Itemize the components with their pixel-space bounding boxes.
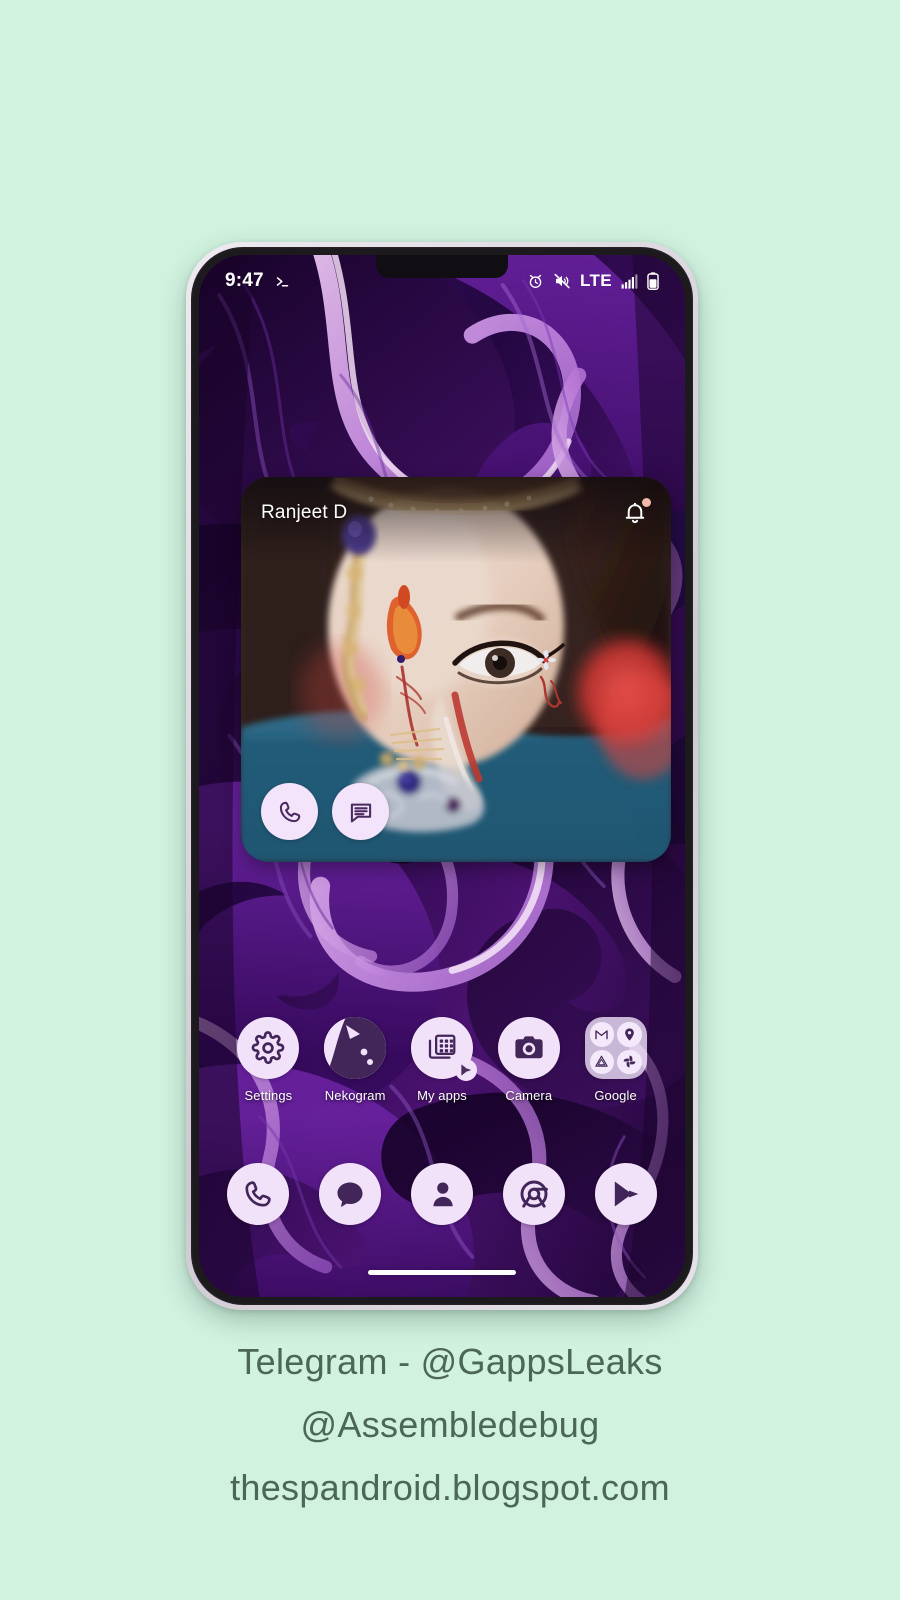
camera-notch <box>376 255 508 278</box>
app-nekogram[interactable]: Nekogram <box>312 1017 399 1103</box>
widget-action-buttons <box>261 783 389 840</box>
notification-bell-button[interactable] <box>619 497 651 529</box>
app-label: Settings <box>244 1088 293 1103</box>
gear-icon[interactable] <box>237 1017 300 1079</box>
play-store-badge-icon <box>454 1059 477 1081</box>
caption-block: Telegram - @GappsLeaks @Assembledebug th… <box>0 1330 900 1519</box>
cat-icon[interactable] <box>324 1017 387 1079</box>
status-bar-clock: 9:47 <box>225 270 264 291</box>
volume-mute-icon <box>553 272 571 290</box>
phone-screen: 9:47 LTE Ranjeet D Settings Nekogram My … <box>199 255 685 1297</box>
dock-messages-icon[interactable] <box>319 1163 381 1225</box>
contact-widget[interactable]: Ranjeet D <box>241 477 671 862</box>
app-camera[interactable]: Camera <box>485 1017 572 1103</box>
app-my-apps[interactable]: My apps <box>399 1017 486 1103</box>
contact-name: Ranjeet D <box>261 502 348 523</box>
app-label: Nekogram <box>324 1088 386 1103</box>
drive-icon <box>589 1049 615 1074</box>
network-type-label: LTE <box>579 271 612 290</box>
app-label: Camera <box>505 1088 553 1103</box>
dock-phone-icon[interactable] <box>227 1163 289 1225</box>
message-button[interactable] <box>332 783 389 840</box>
dock-contacts-icon[interactable] <box>411 1163 473 1225</box>
caption-line-handle: @Assembledebug <box>300 1404 600 1445</box>
app-settings[interactable]: Settings <box>225 1017 312 1103</box>
status-bar-right: LTE <box>527 271 659 291</box>
folder-icon[interactable] <box>584 1017 647 1079</box>
caption-line-telegram: Telegram - @GappsLeaks <box>237 1341 663 1382</box>
camera-icon[interactable] <box>497 1017 560 1079</box>
phone-device-frame: 9:47 LTE Ranjeet D Settings Nekogram My … <box>186 242 698 1310</box>
phone-bezel: 9:47 LTE Ranjeet D Settings Nekogram My … <box>191 247 693 1305</box>
terminal-icon <box>274 273 291 290</box>
battery-icon <box>647 272 659 290</box>
gmail-icon <box>589 1022 615 1047</box>
app-label: Google <box>594 1088 637 1103</box>
dock-play-store-icon[interactable] <box>595 1163 657 1225</box>
status-bar-left: 9:47 <box>225 270 291 292</box>
maps-icon <box>617 1022 642 1047</box>
notification-badge-dot <box>642 498 651 507</box>
call-button[interactable] <box>261 783 318 840</box>
dock <box>199 1163 685 1225</box>
caption-line-website: thespandroid.blogspot.com <box>230 1467 670 1508</box>
alarm-icon <box>527 273 544 290</box>
photos-icon <box>617 1049 642 1074</box>
dock-chrome-icon[interactable] <box>503 1163 565 1225</box>
app-label: My apps <box>417 1088 467 1103</box>
signal-icon <box>621 274 638 289</box>
widget-header: Ranjeet D <box>241 477 671 549</box>
app-folder-google[interactable]: Google <box>572 1017 659 1103</box>
screenshot-canvas: 9:47 LTE Ranjeet D Settings Nekogram My … <box>0 0 900 1600</box>
app-grid-icon[interactable] <box>410 1017 477 1081</box>
app-grid-row-1: Settings Nekogram My apps Camera Google <box>199 1017 685 1103</box>
gesture-navigation-bar[interactable] <box>368 1270 516 1275</box>
